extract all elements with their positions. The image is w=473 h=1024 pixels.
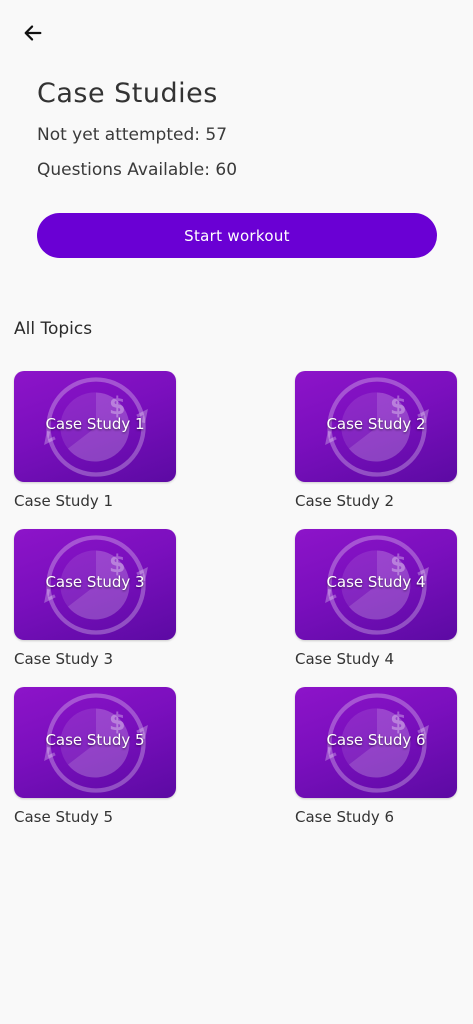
topic-card-2[interactable]: $ Case Study 2 Case Study 2	[295, 371, 457, 510]
topic-caption: Case Study 4	[295, 650, 395, 668]
topic-caption: Case Study 5	[14, 808, 114, 826]
start-workout-button[interactable]: Start workout	[37, 213, 437, 258]
page-title: Case Studies	[37, 78, 218, 109]
topic-caption: Case Study 2	[295, 492, 395, 510]
topic-caption: Case Study 6	[295, 808, 395, 826]
topic-thumbnail: $ Case Study 4	[295, 529, 457, 640]
topic-thumbnail: $ Case Study 5	[14, 687, 176, 798]
thumbnail-label: Case Study 3	[45, 573, 145, 591]
thumbnail-label: Case Study 1	[45, 415, 145, 433]
topic-card-3[interactable]: $ Case Study 3 Case Study 3	[14, 529, 176, 668]
topic-thumbnail: $ Case Study 2	[295, 371, 457, 482]
topic-card-4[interactable]: $ Case Study 4 Case Study 4	[295, 529, 457, 668]
thumbnail-label: Case Study 6	[326, 731, 426, 749]
thumbnail-label: Case Study 5	[45, 731, 145, 749]
topic-card-5[interactable]: $ Case Study 5 Case Study 5	[14, 687, 176, 826]
not-attempted-count: Not yet attempted: 57	[37, 125, 228, 145]
topic-thumbnail: $ Case Study 6	[295, 687, 457, 798]
questions-available-count: Questions Available: 60	[37, 160, 238, 180]
topic-caption: Case Study 1	[14, 492, 114, 510]
topic-caption: Case Study 3	[14, 650, 114, 668]
topic-card-1[interactable]: $ Case Study 1 Case Study 1	[14, 371, 176, 510]
topic-thumbnail: $ Case Study 1	[14, 371, 176, 482]
back-button[interactable]	[18, 18, 48, 48]
topic-card-6[interactable]: $ Case Study 6 Case Study 6	[295, 687, 457, 826]
thumbnail-label: Case Study 2	[326, 415, 426, 433]
topic-thumbnail: $ Case Study 3	[14, 529, 176, 640]
thumbnail-label: Case Study 4	[326, 573, 426, 591]
case-studies-screen: Case Studies Not yet attempted: 57 Quest…	[0, 0, 473, 1024]
all-topics-heading: All Topics	[14, 319, 93, 339]
arrow-left-icon	[24, 25, 42, 41]
